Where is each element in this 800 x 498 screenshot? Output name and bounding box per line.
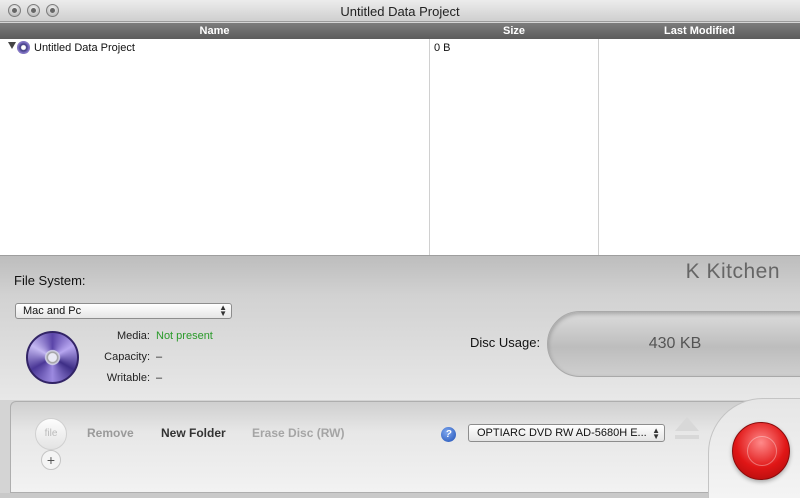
- row-size: 0 B: [434, 42, 451, 54]
- remove-button[interactable]: Remove: [87, 426, 134, 440]
- column-header-last-modified[interactable]: Last Modified: [599, 25, 800, 37]
- list-header: Name Size Last Modified: [0, 23, 800, 39]
- chevron-up-down-icon: ▲ ▼: [219, 303, 227, 318]
- row-name: Untitled Data Project: [34, 42, 135, 54]
- add-file-button[interactable]: file: [35, 418, 67, 450]
- data-project-disc-icon: [17, 41, 30, 54]
- eject-icon[interactable]: [674, 417, 700, 443]
- app-branding: K Kitchen: [685, 260, 780, 283]
- media-value: Not present: [156, 330, 213, 342]
- erase-disc-button[interactable]: Erase Disc (RW): [252, 426, 344, 440]
- drive-selected-value: OPTIARC DVD RW AD-5680H E...: [477, 427, 647, 439]
- file-system-label: File System:: [14, 273, 86, 288]
- column-header-name[interactable]: Name: [0, 25, 429, 37]
- writable-label: Writable:: [106, 372, 150, 384]
- capacity-value: –: [156, 351, 163, 363]
- file-system-selected-value: Mac and Pc: [23, 305, 82, 317]
- table-row[interactable]: Untitled Data Project 0 B: [0, 40, 800, 57]
- plus-icon[interactable]: +: [41, 450, 61, 470]
- add-file-label: file: [44, 428, 58, 439]
- eject-triangle: [675, 417, 699, 431]
- project-file-list[interactable]: Untitled Data Project 0 B: [0, 39, 800, 255]
- burn-button[interactable]: [732, 422, 790, 480]
- disclosure-triangle-icon[interactable]: [8, 42, 16, 49]
- capacity-label: Capacity:: [104, 351, 150, 363]
- app-window: Untitled Data Project Name Size Last Mod…: [0, 0, 800, 498]
- disc-usage-label: Disc Usage:: [470, 335, 541, 350]
- new-folder-button[interactable]: New Folder: [161, 426, 226, 440]
- disc-usage-meter: 430 KB: [547, 311, 800, 377]
- disc-usage-value: 430 KB: [648, 335, 702, 352]
- column-divider: [598, 39, 599, 255]
- column-divider: [429, 39, 430, 255]
- window-title: Untitled Data Project: [340, 4, 460, 19]
- drive-select[interactable]: OPTIARC DVD RW AD-5680H E... ▲ ▼: [468, 424, 665, 442]
- help-icon[interactable]: ?: [441, 427, 456, 442]
- file-system-select[interactable]: Mac and Pc ▲ ▼: [15, 303, 232, 319]
- disc-info-panel: File System: K Kitchen Mac and Pc ▲ ▼ Med…: [0, 255, 800, 400]
- column-header-size[interactable]: Size: [430, 25, 598, 37]
- bottom-toolbar: file + Remove New Folder Erase Disc (RW)…: [10, 398, 800, 498]
- media-label: Media:: [116, 330, 150, 342]
- title-bar: Untitled Data Project: [0, 0, 800, 22]
- eject-bar: [675, 435, 699, 439]
- chevron-up-down-icon: ▲ ▼: [652, 426, 660, 441]
- writable-value: –: [156, 372, 163, 384]
